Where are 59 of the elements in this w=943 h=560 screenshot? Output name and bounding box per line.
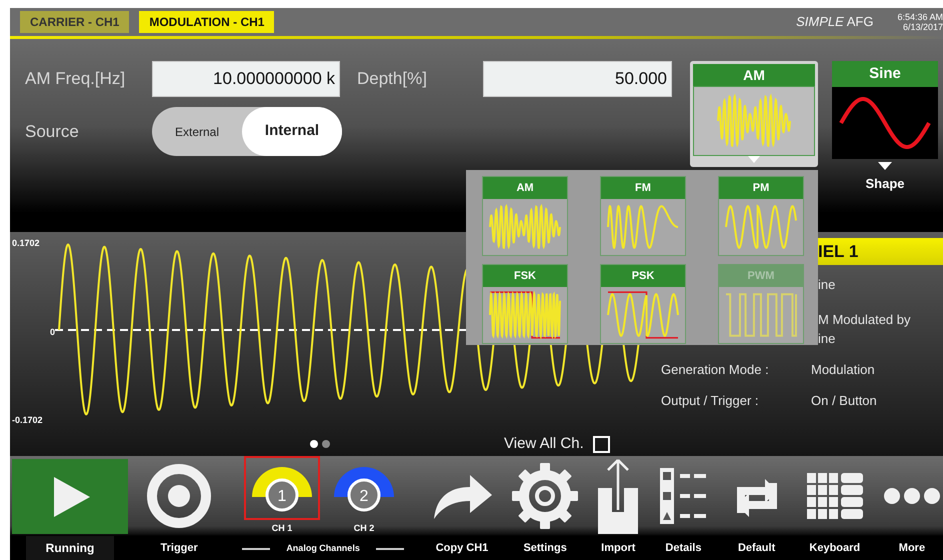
shape-button[interactable]: Sine — [832, 61, 938, 159]
channel-label: CH 2 — [354, 522, 374, 535]
target-icon — [146, 463, 212, 529]
info-label: Output / Trigger : — [661, 392, 760, 410]
info-value: ine — [818, 330, 836, 348]
page-dot[interactable] — [322, 440, 330, 448]
clock-time: 6:54:36 AM — [897, 12, 943, 22]
modulation-option[interactable]: PM — [718, 176, 804, 256]
info-value: M Modulated by — [818, 311, 910, 329]
toolbar-button[interactable]: Copy CH1 — [430, 456, 494, 560]
modulation-option[interactable]: PSK — [600, 264, 686, 344]
dropdown-indicator-icon — [878, 162, 892, 170]
toolbar-button[interactable]: More — [882, 456, 941, 560]
modulation-option[interactable]: FSK — [482, 264, 568, 344]
toolbar-button[interactable]: Settings — [512, 456, 578, 560]
field-label: Depth[%] — [356, 68, 428, 90]
play-button[interactable] — [12, 459, 128, 534]
clock-date: 6/13/2017 — [902, 22, 943, 32]
modulation-option[interactable]: AM — [482, 176, 568, 256]
axis-label: 0 — [50, 326, 55, 338]
input-field[interactable]: 10.000000000 k — [152, 61, 340, 97]
modulation-option[interactable]: FM — [600, 176, 686, 256]
toolbar-button[interactable]: Default — [726, 456, 787, 560]
more-icon — [882, 486, 941, 506]
waveform-icon — [604, 289, 682, 341]
checkbox[interactable] — [592, 436, 610, 452]
toolbar-button[interactable]: Trigger — [146, 456, 212, 560]
info-label: Generation Mode : — [661, 361, 770, 379]
info-value: ine — [818, 276, 836, 294]
axis-label: 0.1702 — [12, 237, 40, 249]
channel-button[interactable]: 2 — [326, 456, 402, 520]
modulation-type-button[interactable]: AM — [690, 61, 818, 167]
axis-label: -0.1702 — [12, 414, 43, 426]
toolbar-button[interactable]: Import — [596, 456, 640, 560]
channel-number: 2 — [360, 488, 369, 505]
channel-label: CH 1 — [272, 522, 292, 535]
channel-number: 1 — [278, 488, 287, 505]
input-field[interactable]: 50.000 — [483, 61, 672, 97]
toggle-option[interactable]: Internal — [242, 107, 342, 156]
status-label: Running — [26, 536, 114, 560]
list-icon — [658, 466, 708, 526]
tab[interactable]: MODULATION - CH1 — [139, 11, 274, 33]
field-label: Source — [25, 120, 80, 143]
shape-label: Shape — [865, 175, 904, 193]
app-title: SIMPLE AFG — [796, 13, 874, 32]
info-value: On / Button — [811, 392, 877, 410]
channel-button[interactable]: 1 — [244, 456, 320, 520]
settings-icon — [512, 463, 578, 529]
toolbar-button[interactable]: Details — [658, 456, 708, 560]
toggle-option[interactable]: External — [152, 107, 242, 156]
toolbar-button[interactable]: Keyboard — [804, 456, 865, 560]
waveform-icon — [486, 289, 564, 341]
page-dot[interactable] — [310, 440, 318, 448]
checkbox-label: View All Ch. — [504, 434, 584, 454]
upload-icon — [596, 458, 640, 534]
info-value: Modulation — [811, 361, 875, 379]
tab[interactable]: CARRIER - CH1 — [20, 11, 130, 33]
field-label: AM Freq.[Hz] — [25, 68, 126, 90]
group-label: Analog Channels — [286, 542, 360, 555]
